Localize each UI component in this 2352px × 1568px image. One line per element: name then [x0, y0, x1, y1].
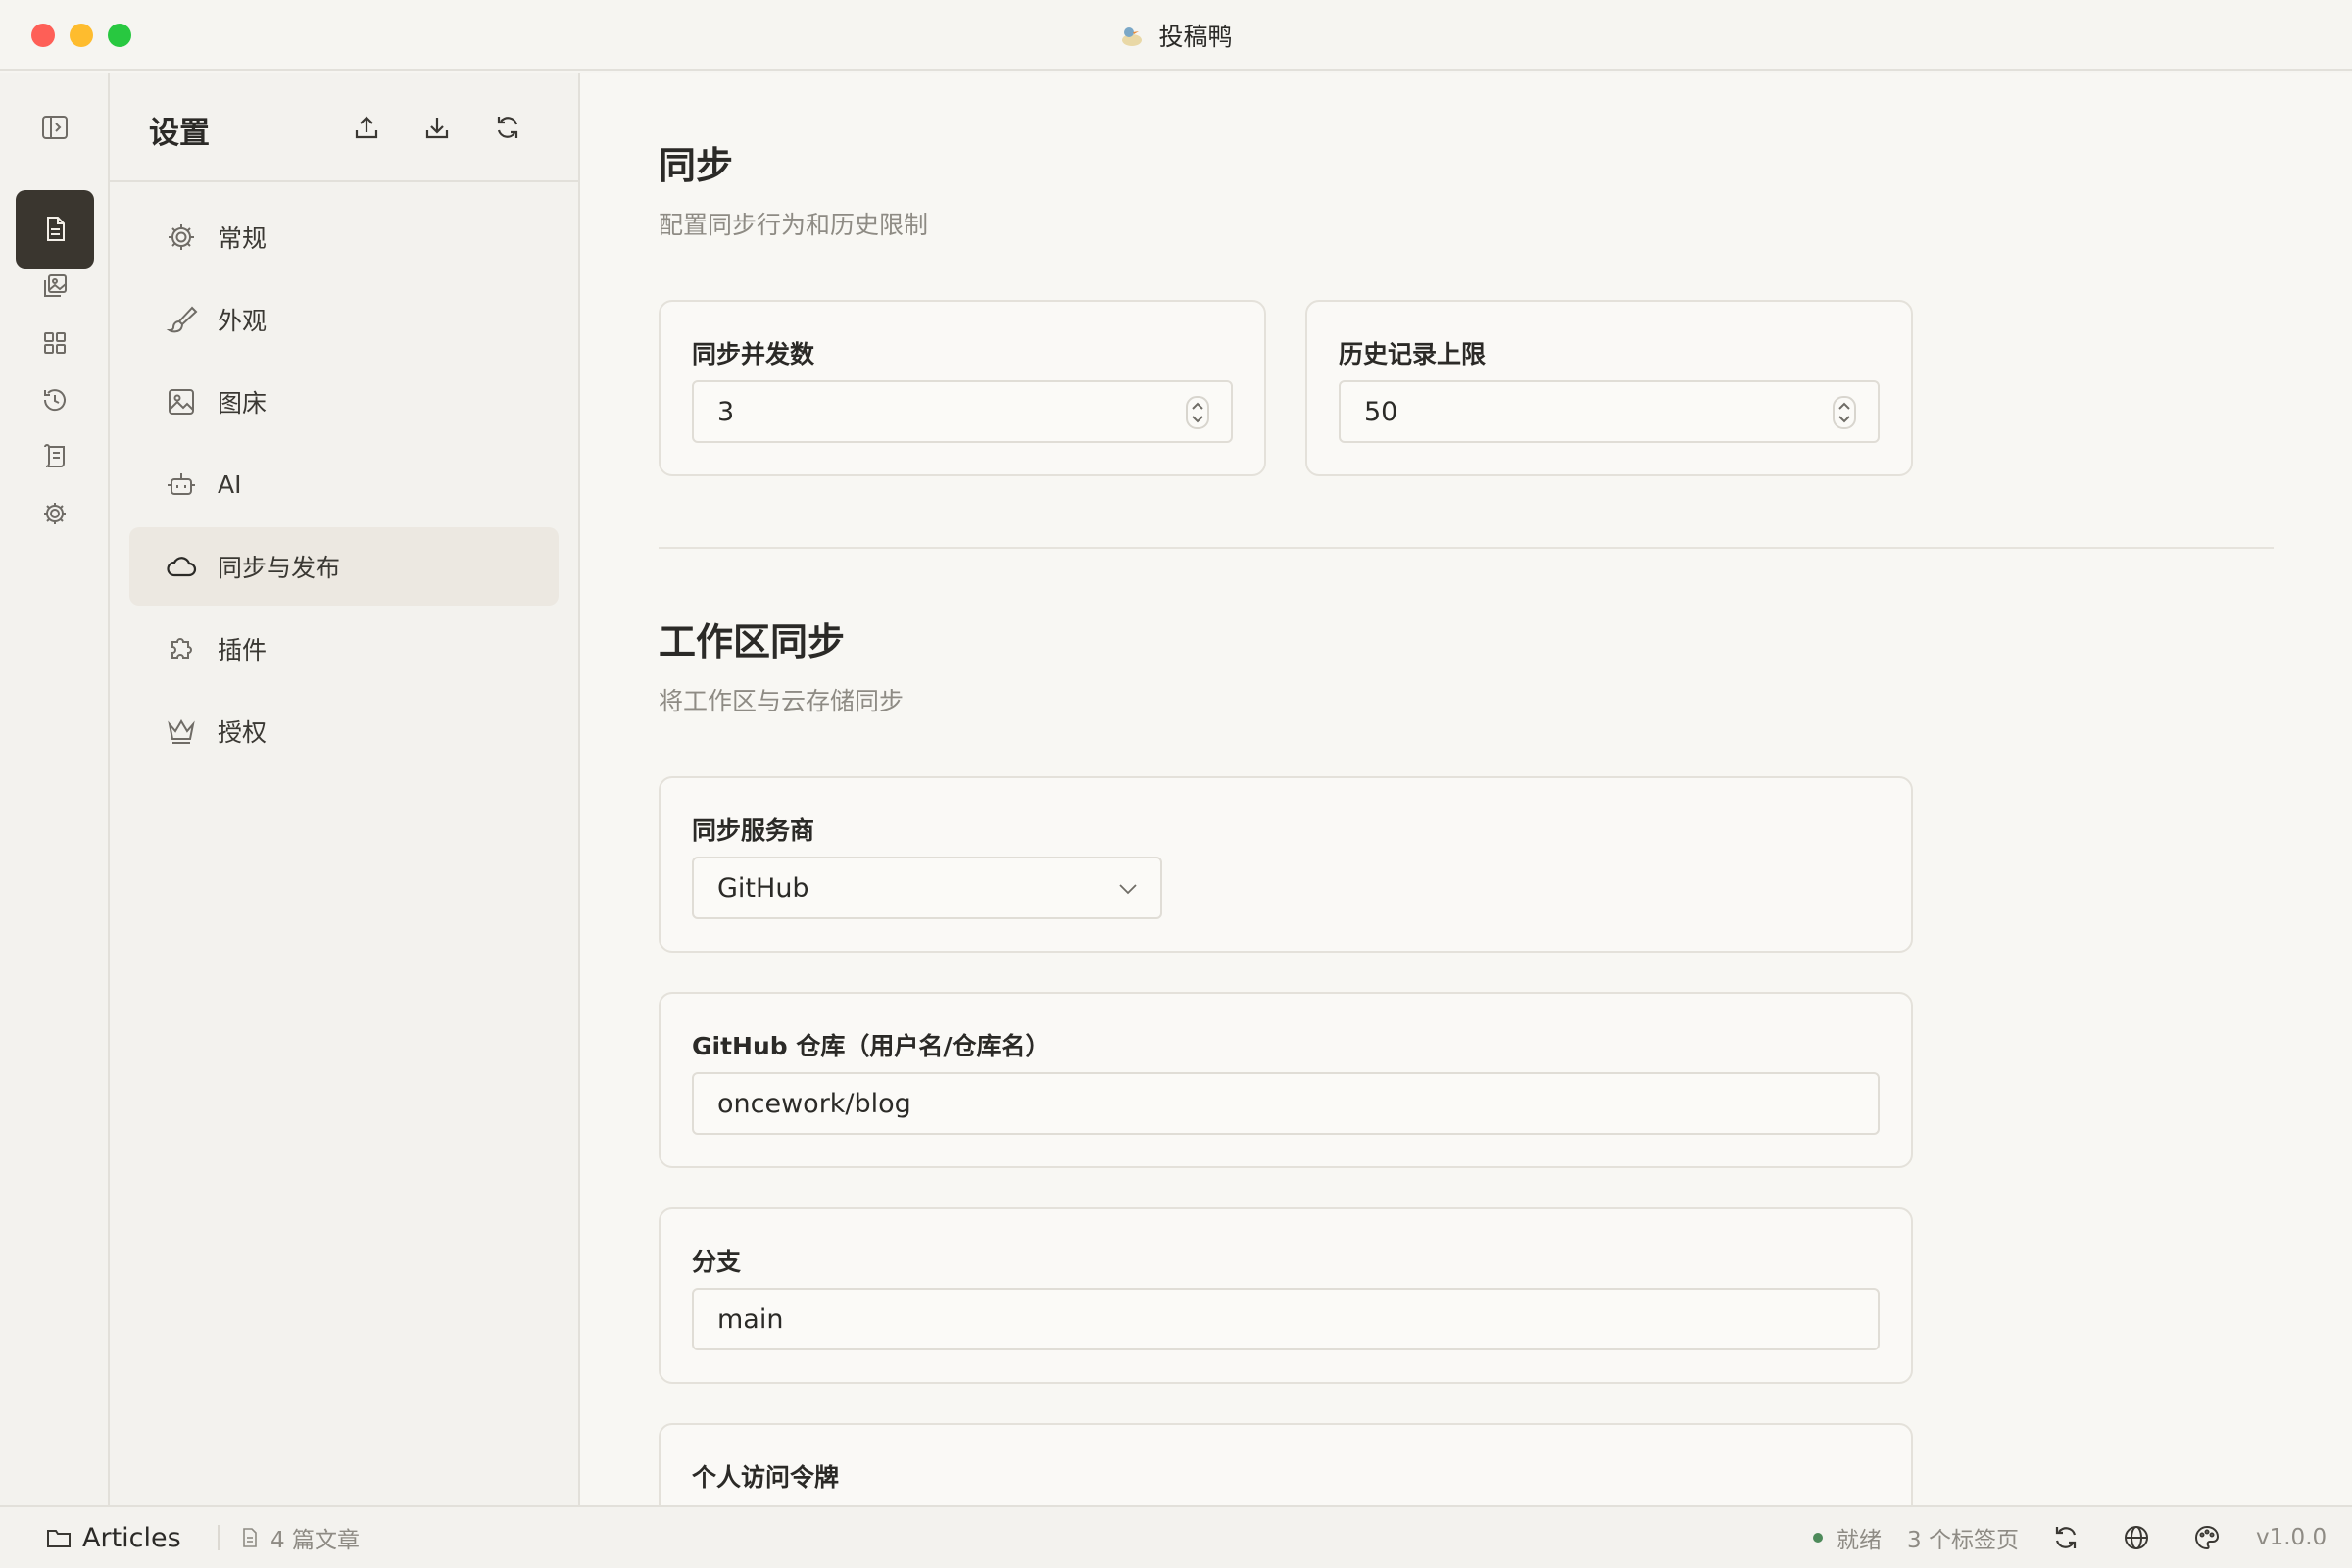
concurrency-input[interactable]: 3: [692, 380, 1233, 443]
gear-icon: [169, 224, 194, 250]
images-icon: [44, 274, 67, 297]
gear-icon: [44, 503, 66, 524]
nav-item-appearance[interactable]: 外观: [129, 280, 559, 359]
sidebar-toggle-icon: [42, 116, 68, 139]
robot-icon: [168, 473, 195, 495]
folder-icon: [47, 1530, 71, 1547]
nav-item-sync-publish[interactable]: 同步与发布: [129, 527, 559, 606]
history-limit-label: 历史记录上限: [1339, 340, 1487, 368]
brush-icon: [166, 306, 198, 333]
tab-count-text: 3 个标签页: [1907, 1528, 2019, 1553]
branch-input[interactable]: main: [692, 1288, 1880, 1350]
crown-icon: [168, 719, 195, 744]
history-limit-value: 50: [1364, 396, 1398, 427]
nav-item-label: 同步与发布: [218, 554, 341, 582]
settings-title: 设置: [149, 116, 210, 151]
puzzle-icon: [172, 638, 192, 659]
sync-section-description: 配置同步行为和历史限制: [659, 211, 929, 239]
branch-value: main: [717, 1303, 784, 1335]
duck-app-icon: [1122, 27, 1143, 46]
window-title: 投稿鸭: [0, 18, 2352, 53]
concurrency-card: 同步并发数 3: [659, 300, 1266, 476]
status-divider: [218, 1525, 220, 1550]
grid-icon: [44, 332, 66, 354]
window-title-text: 投稿鸭: [1158, 23, 1233, 51]
provider-select[interactable]: GitHub: [692, 857, 1162, 919]
branch-label: 分支: [692, 1248, 742, 1276]
article-count: 4 篇文章: [239, 1507, 360, 1568]
nav-item-label: AI: [218, 469, 242, 499]
provider-value: GitHub: [717, 872, 809, 904]
repository-card: GitHub 仓库（用户名/仓库名） oncework/blog: [659, 992, 1913, 1168]
theme-button[interactable]: [2193, 1507, 2221, 1568]
history-icon: [43, 389, 66, 412]
refresh-icon: [2055, 1527, 2077, 1548]
status-bar: Articles 4 篇文章 就绪 3 个标签页 v1.0.0: [0, 1505, 2352, 1568]
nav-item-label: 图床: [218, 389, 268, 417]
tab-count: 3 个标签页: [1907, 1507, 2019, 1568]
nav-item-ai[interactable]: AI: [129, 445, 559, 523]
branch-card: 分支 main: [659, 1207, 1913, 1384]
stepper-icon[interactable]: [1186, 396, 1209, 429]
scroll-icon: [44, 444, 65, 467]
toggle-sidebar-button[interactable]: [35, 108, 74, 147]
cloud-icon: [167, 557, 197, 577]
status-dot: [1813, 1533, 1823, 1543]
nav-item-general[interactable]: 常规: [129, 198, 559, 276]
token-label: 个人访问令牌: [692, 1463, 840, 1492]
nav-item-label: 授权: [218, 718, 268, 747]
settings-main: 同步 配置同步行为和历史限制 同步并发数 3 历史记录上限 50 工作区同步 将…: [580, 73, 2352, 1505]
workspace-name: Articles: [82, 1522, 181, 1553]
repository-value: oncework/blog: [717, 1088, 911, 1119]
document-icon: [243, 1528, 257, 1547]
sync-button[interactable]: [2052, 1507, 2080, 1568]
settings-sidebar: 设置 常规 外观 图床 AI 同步与发布 插件 授权: [110, 73, 580, 1505]
settings-sidebar-header: 设置: [110, 73, 578, 182]
nav-item-label: 外观: [218, 307, 268, 335]
version-text: v1.0.0: [2256, 1525, 2328, 1550]
image-icon: [169, 389, 194, 415]
title-bar: 投稿鸭: [0, 0, 2352, 71]
download-icon: [425, 118, 449, 139]
sync-section-title: 同步: [659, 144, 734, 187]
workspace-sync-title: 工作区同步: [659, 620, 846, 663]
provider-card: 同步服务商 GitHub: [659, 776, 1913, 953]
history-limit-input[interactable]: 50: [1339, 380, 1880, 443]
nav-item-license[interactable]: 授权: [129, 692, 559, 770]
language-button[interactable]: [2123, 1507, 2150, 1568]
sync-status-text: 就绪: [1837, 1528, 1882, 1553]
palette-icon: [2195, 1525, 2220, 1550]
workspace-sync-description: 将工作区与云存储同步: [659, 687, 905, 715]
article-count-text: 4 篇文章: [270, 1528, 360, 1553]
nav-item-label: 常规: [218, 224, 268, 253]
provider-label: 同步服务商: [692, 816, 815, 845]
settings-nav: 常规 外观 图床 AI 同步与发布 插件 授权: [110, 182, 578, 770]
chevron-down-icon: [1119, 884, 1137, 895]
refresh-icon: [497, 117, 518, 138]
stepper-icon[interactable]: [1833, 396, 1856, 429]
nav-item-plugins[interactable]: 插件: [129, 610, 559, 688]
workspace-indicator[interactable]: Articles: [45, 1507, 181, 1568]
token-card: 个人访问令牌: [659, 1423, 1913, 1505]
activity-bar: [0, 73, 110, 1505]
activity-settings[interactable]: [16, 474, 94, 553]
import-settings-button[interactable]: [419, 110, 455, 145]
sync-status: 就绪: [1813, 1507, 1882, 1568]
history-limit-card: 历史记录上限 50: [1305, 300, 1913, 476]
globe-icon: [2125, 1526, 2148, 1549]
document-icon: [47, 217, 65, 241]
upload-icon: [355, 116, 378, 139]
concurrency-label: 同步并发数: [692, 340, 815, 368]
nav-item-image-hosting[interactable]: 图床: [129, 363, 559, 441]
repository-input[interactable]: oncework/blog: [692, 1072, 1880, 1135]
export-settings-button[interactable]: [349, 110, 384, 145]
concurrency-value: 3: [717, 396, 735, 427]
repository-label: GitHub 仓库（用户名/仓库名）: [692, 1032, 1051, 1060]
nav-item-label: 插件: [218, 636, 268, 664]
section-divider: [659, 547, 2274, 549]
version-label: v1.0.0: [2256, 1507, 2327, 1568]
refresh-settings-button[interactable]: [490, 110, 525, 145]
